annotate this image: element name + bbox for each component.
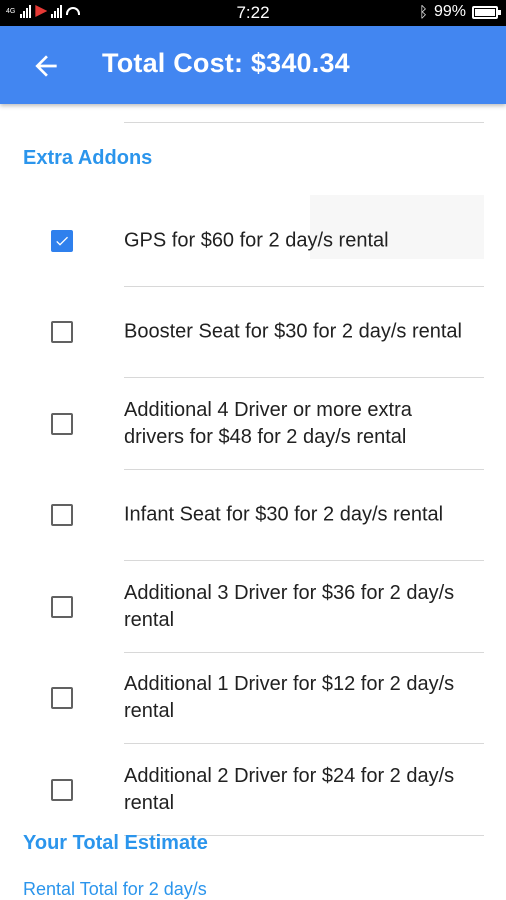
addon-checkbox[interactable] — [51, 321, 73, 344]
divider — [124, 122, 484, 123]
total-estimate-heading: Your Total Estimate — [23, 832, 208, 854]
status-right-icons: ᛒ 99% — [418, 3, 501, 21]
addon-checkbox[interactable] — [51, 595, 73, 618]
addon-item-booster-seat[interactable]: Booster Seat for $30 for 2 day/s rental — [0, 287, 506, 378]
battery-fill — [475, 8, 495, 16]
addon-item-additional-2-driver[interactable]: Additional 2 Driver for $24 for 2 day/s … — [0, 744, 506, 836]
main-content[interactable]: Extra Addons GPS for $60 for 2 day/s ren… — [0, 104, 506, 900]
addon-label: Additional 1 Driver for $12 for 2 day/s … — [124, 673, 455, 723]
battery-percent: 99% — [433, 3, 466, 20]
rental-total-label: Rental Total for 2 day/s — [23, 879, 207, 899]
addon-label: Infant Seat for $30 for 2 day/s rental — [124, 503, 444, 526]
addon-checkbox[interactable] — [51, 412, 73, 435]
addon-checkbox[interactable] — [51, 229, 73, 252]
arrow-back-icon[interactable] — [30, 50, 62, 82]
addon-checkbox[interactable] — [51, 778, 73, 801]
extra-addons-heading: Extra Addons — [23, 147, 153, 169]
addon-label: Additional 2 Driver for $24 for 2 day/s … — [124, 764, 455, 814]
page-title: Total Cost: $340.34 — [102, 48, 350, 78]
addon-item-gps[interactable]: GPS for $60 for 2 day/s rental — [0, 195, 506, 287]
battery-icon — [472, 5, 501, 19]
addon-item-additional-1-driver[interactable]: Additional 1 Driver for $12 for 2 day/s … — [0, 653, 506, 744]
check-icon — [56, 236, 68, 246]
addon-label: Additional 4 Driver or more extra driver… — [124, 398, 412, 448]
addon-checkbox[interactable] — [51, 687, 73, 710]
addon-item-infant-seat[interactable]: Infant Seat for $30 for 2 day/s rental — [0, 470, 506, 561]
addon-label: Additional 3 Driver for $36 for 2 day/s … — [124, 581, 455, 631]
addon-item-additional-3-driver[interactable]: Additional 3 Driver for $36 for 2 day/s … — [0, 561, 506, 653]
addon-label: Booster Seat for $30 for 2 day/s rental — [124, 320, 462, 343]
addon-item-additional-4-driver[interactable]: Additional 4 Driver or more extra driver… — [0, 378, 506, 470]
addon-label: GPS for $60 for 2 day/s rental — [124, 229, 389, 252]
bluetooth-icon: ᛒ — [418, 3, 428, 21]
addon-list: GPS for $60 for 2 day/s rental Booster S… — [0, 195, 506, 836]
addon-checkbox[interactable] — [51, 504, 73, 527]
status-bar: 4G 7:22 ᛒ 99% — [0, 0, 506, 26]
app-bar: Total Cost: $340.34 — [0, 26, 506, 104]
